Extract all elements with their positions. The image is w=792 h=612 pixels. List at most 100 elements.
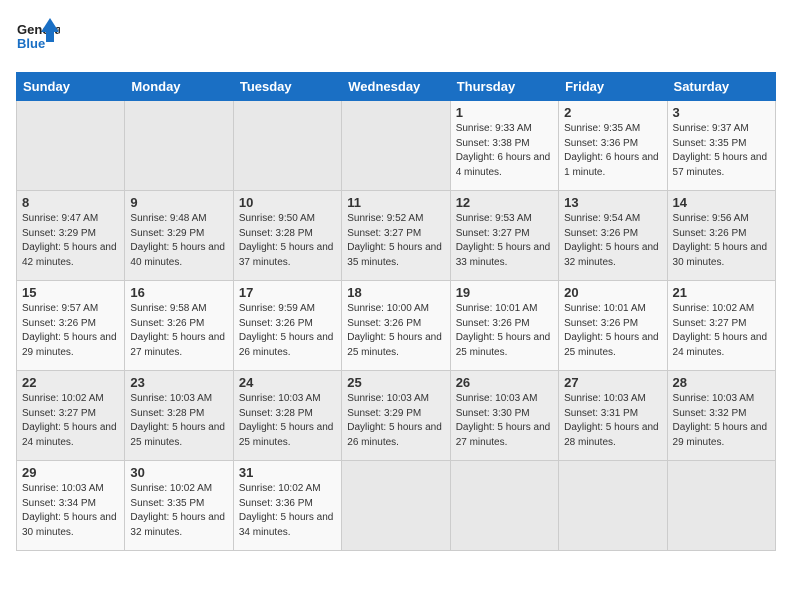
day-info: Sunrise: 10:03 AMSunset: 3:28 PMDaylight… (130, 392, 227, 450)
calendar-cell: 2 Sunrise: 9:35 AMSunset: 3:36 PMDaylight… (559, 101, 667, 191)
day-info: Sunrise: 10:01 AMSunset: 3:26 PMDaylight… (456, 302, 553, 360)
calendar-cell: 23 Sunrise: 10:03 AMSunset: 3:28 PMDaylig… (125, 371, 233, 461)
col-header-sunday: Sunday (17, 73, 125, 101)
calendar-cell: 8 Sunrise: 9:47 AMSunset: 3:29 PMDaylight… (17, 191, 125, 281)
page-header: General Blue (16, 16, 776, 60)
day-number: 12 (456, 195, 553, 210)
day-info: Sunrise: 9:56 AMSunset: 3:26 PMDaylight:… (673, 212, 770, 270)
calendar-cell: 20 Sunrise: 10:01 AMSunset: 3:26 PMDaylig… (559, 281, 667, 371)
day-number: 26 (456, 375, 553, 390)
calendar-cell (233, 101, 341, 191)
calendar-cell (667, 461, 775, 551)
day-number: 23 (130, 375, 227, 390)
calendar-cell: 29 Sunrise: 10:03 AMSunset: 3:34 PMDaylig… (17, 461, 125, 551)
day-info: Sunrise: 9:54 AMSunset: 3:26 PMDaylight:… (564, 212, 661, 270)
day-info: Sunrise: 10:02 AMSunset: 3:27 PMDaylight… (22, 392, 119, 450)
day-number: 3 (673, 105, 770, 120)
day-info: Sunrise: 10:00 AMSunset: 3:26 PMDaylight… (347, 302, 444, 360)
col-header-wednesday: Wednesday (342, 73, 450, 101)
calendar-cell: 12 Sunrise: 9:53 AMSunset: 3:27 PMDayligh… (450, 191, 558, 281)
day-info: Sunrise: 10:03 AMSunset: 3:32 PMDaylight… (673, 392, 770, 450)
day-info: Sunrise: 10:02 AMSunset: 3:36 PMDaylight… (239, 482, 336, 540)
day-number: 18 (347, 285, 444, 300)
day-number: 27 (564, 375, 661, 390)
logo: General Blue (16, 16, 60, 60)
day-info: Sunrise: 9:48 AMSunset: 3:29 PMDaylight:… (130, 212, 227, 270)
calendar-cell: 13 Sunrise: 9:54 AMSunset: 3:26 PMDayligh… (559, 191, 667, 281)
calendar-cell: 3 Sunrise: 9:37 AMSunset: 3:35 PMDaylight… (667, 101, 775, 191)
day-number: 15 (22, 285, 119, 300)
day-number: 14 (673, 195, 770, 210)
calendar-cell (559, 461, 667, 551)
calendar-cell: 15 Sunrise: 9:57 AMSunset: 3:26 PMDayligh… (17, 281, 125, 371)
day-info: Sunrise: 9:37 AMSunset: 3:35 PMDaylight:… (673, 122, 770, 180)
day-number: 13 (564, 195, 661, 210)
calendar-cell: 18 Sunrise: 10:00 AMSunset: 3:26 PMDaylig… (342, 281, 450, 371)
logo-svg: General Blue (16, 16, 60, 60)
calendar-cell (17, 101, 125, 191)
day-number: 29 (22, 465, 119, 480)
calendar-cell: 24 Sunrise: 10:03 AMSunset: 3:28 PMDaylig… (233, 371, 341, 461)
calendar-cell: 10 Sunrise: 9:50 AMSunset: 3:28 PMDayligh… (233, 191, 341, 281)
day-number: 19 (456, 285, 553, 300)
calendar-cell: 22 Sunrise: 10:02 AMSunset: 3:27 PMDaylig… (17, 371, 125, 461)
calendar-cell: 17 Sunrise: 9:59 AMSunset: 3:26 PMDayligh… (233, 281, 341, 371)
calendar-cell (342, 461, 450, 551)
calendar-cell: 31 Sunrise: 10:02 AMSunset: 3:36 PMDaylig… (233, 461, 341, 551)
day-number: 31 (239, 465, 336, 480)
day-number: 21 (673, 285, 770, 300)
day-number: 30 (130, 465, 227, 480)
day-number: 22 (22, 375, 119, 390)
calendar-cell: 19 Sunrise: 10:01 AMSunset: 3:26 PMDaylig… (450, 281, 558, 371)
calendar-cell: 1 Sunrise: 9:33 AMSunset: 3:38 PMDaylight… (450, 101, 558, 191)
day-info: Sunrise: 10:03 AMSunset: 3:30 PMDaylight… (456, 392, 553, 450)
day-number: 17 (239, 285, 336, 300)
calendar-cell (342, 101, 450, 191)
day-number: 28 (673, 375, 770, 390)
calendar-cell: 16 Sunrise: 9:58 AMSunset: 3:26 PMDayligh… (125, 281, 233, 371)
day-info: Sunrise: 10:02 AMSunset: 3:27 PMDaylight… (673, 302, 770, 360)
day-info: Sunrise: 10:03 AMSunset: 3:31 PMDaylight… (564, 392, 661, 450)
col-header-tuesday: Tuesday (233, 73, 341, 101)
day-info: Sunrise: 9:35 AMSunset: 3:36 PMDaylight:… (564, 122, 661, 180)
day-info: Sunrise: 9:57 AMSunset: 3:26 PMDaylight:… (22, 302, 119, 360)
calendar-cell (450, 461, 558, 551)
day-number: 1 (456, 105, 553, 120)
day-info: Sunrise: 10:03 AMSunset: 3:34 PMDaylight… (22, 482, 119, 540)
day-number: 16 (130, 285, 227, 300)
day-number: 8 (22, 195, 119, 210)
day-number: 11 (347, 195, 444, 210)
day-info: Sunrise: 10:03 AMSunset: 3:29 PMDaylight… (347, 392, 444, 450)
calendar-cell: 28 Sunrise: 10:03 AMSunset: 3:32 PMDaylig… (667, 371, 775, 461)
calendar-cell: 26 Sunrise: 10:03 AMSunset: 3:30 PMDaylig… (450, 371, 558, 461)
calendar-cell: 11 Sunrise: 9:52 AMSunset: 3:27 PMDayligh… (342, 191, 450, 281)
day-info: Sunrise: 9:50 AMSunset: 3:28 PMDaylight:… (239, 212, 336, 270)
day-number: 20 (564, 285, 661, 300)
day-info: Sunrise: 10:02 AMSunset: 3:35 PMDaylight… (130, 482, 227, 540)
col-header-monday: Monday (125, 73, 233, 101)
day-info: Sunrise: 9:53 AMSunset: 3:27 PMDaylight:… (456, 212, 553, 270)
col-header-thursday: Thursday (450, 73, 558, 101)
day-number: 2 (564, 105, 661, 120)
calendar-cell: 27 Sunrise: 10:03 AMSunset: 3:31 PMDaylig… (559, 371, 667, 461)
calendar-cell: 25 Sunrise: 10:03 AMSunset: 3:29 PMDaylig… (342, 371, 450, 461)
day-info: Sunrise: 9:59 AMSunset: 3:26 PMDaylight:… (239, 302, 336, 360)
col-header-friday: Friday (559, 73, 667, 101)
svg-text:Blue: Blue (17, 36, 45, 51)
day-number: 10 (239, 195, 336, 210)
calendar-table: SundayMondayTuesdayWednesdayThursdayFrid… (16, 72, 776, 551)
day-info: Sunrise: 9:47 AMSunset: 3:29 PMDaylight:… (22, 212, 119, 270)
day-number: 25 (347, 375, 444, 390)
day-info: Sunrise: 10:03 AMSunset: 3:28 PMDaylight… (239, 392, 336, 450)
calendar-cell (125, 101, 233, 191)
day-info: Sunrise: 10:01 AMSunset: 3:26 PMDaylight… (564, 302, 661, 360)
day-info: Sunrise: 9:52 AMSunset: 3:27 PMDaylight:… (347, 212, 444, 270)
calendar-cell: 14 Sunrise: 9:56 AMSunset: 3:26 PMDayligh… (667, 191, 775, 281)
col-header-saturday: Saturday (667, 73, 775, 101)
day-number: 24 (239, 375, 336, 390)
day-number: 9 (130, 195, 227, 210)
calendar-cell: 9 Sunrise: 9:48 AMSunset: 3:29 PMDaylight… (125, 191, 233, 281)
day-info: Sunrise: 9:58 AMSunset: 3:26 PMDaylight:… (130, 302, 227, 360)
calendar-cell: 30 Sunrise: 10:02 AMSunset: 3:35 PMDaylig… (125, 461, 233, 551)
day-info: Sunrise: 9:33 AMSunset: 3:38 PMDaylight:… (456, 122, 553, 180)
